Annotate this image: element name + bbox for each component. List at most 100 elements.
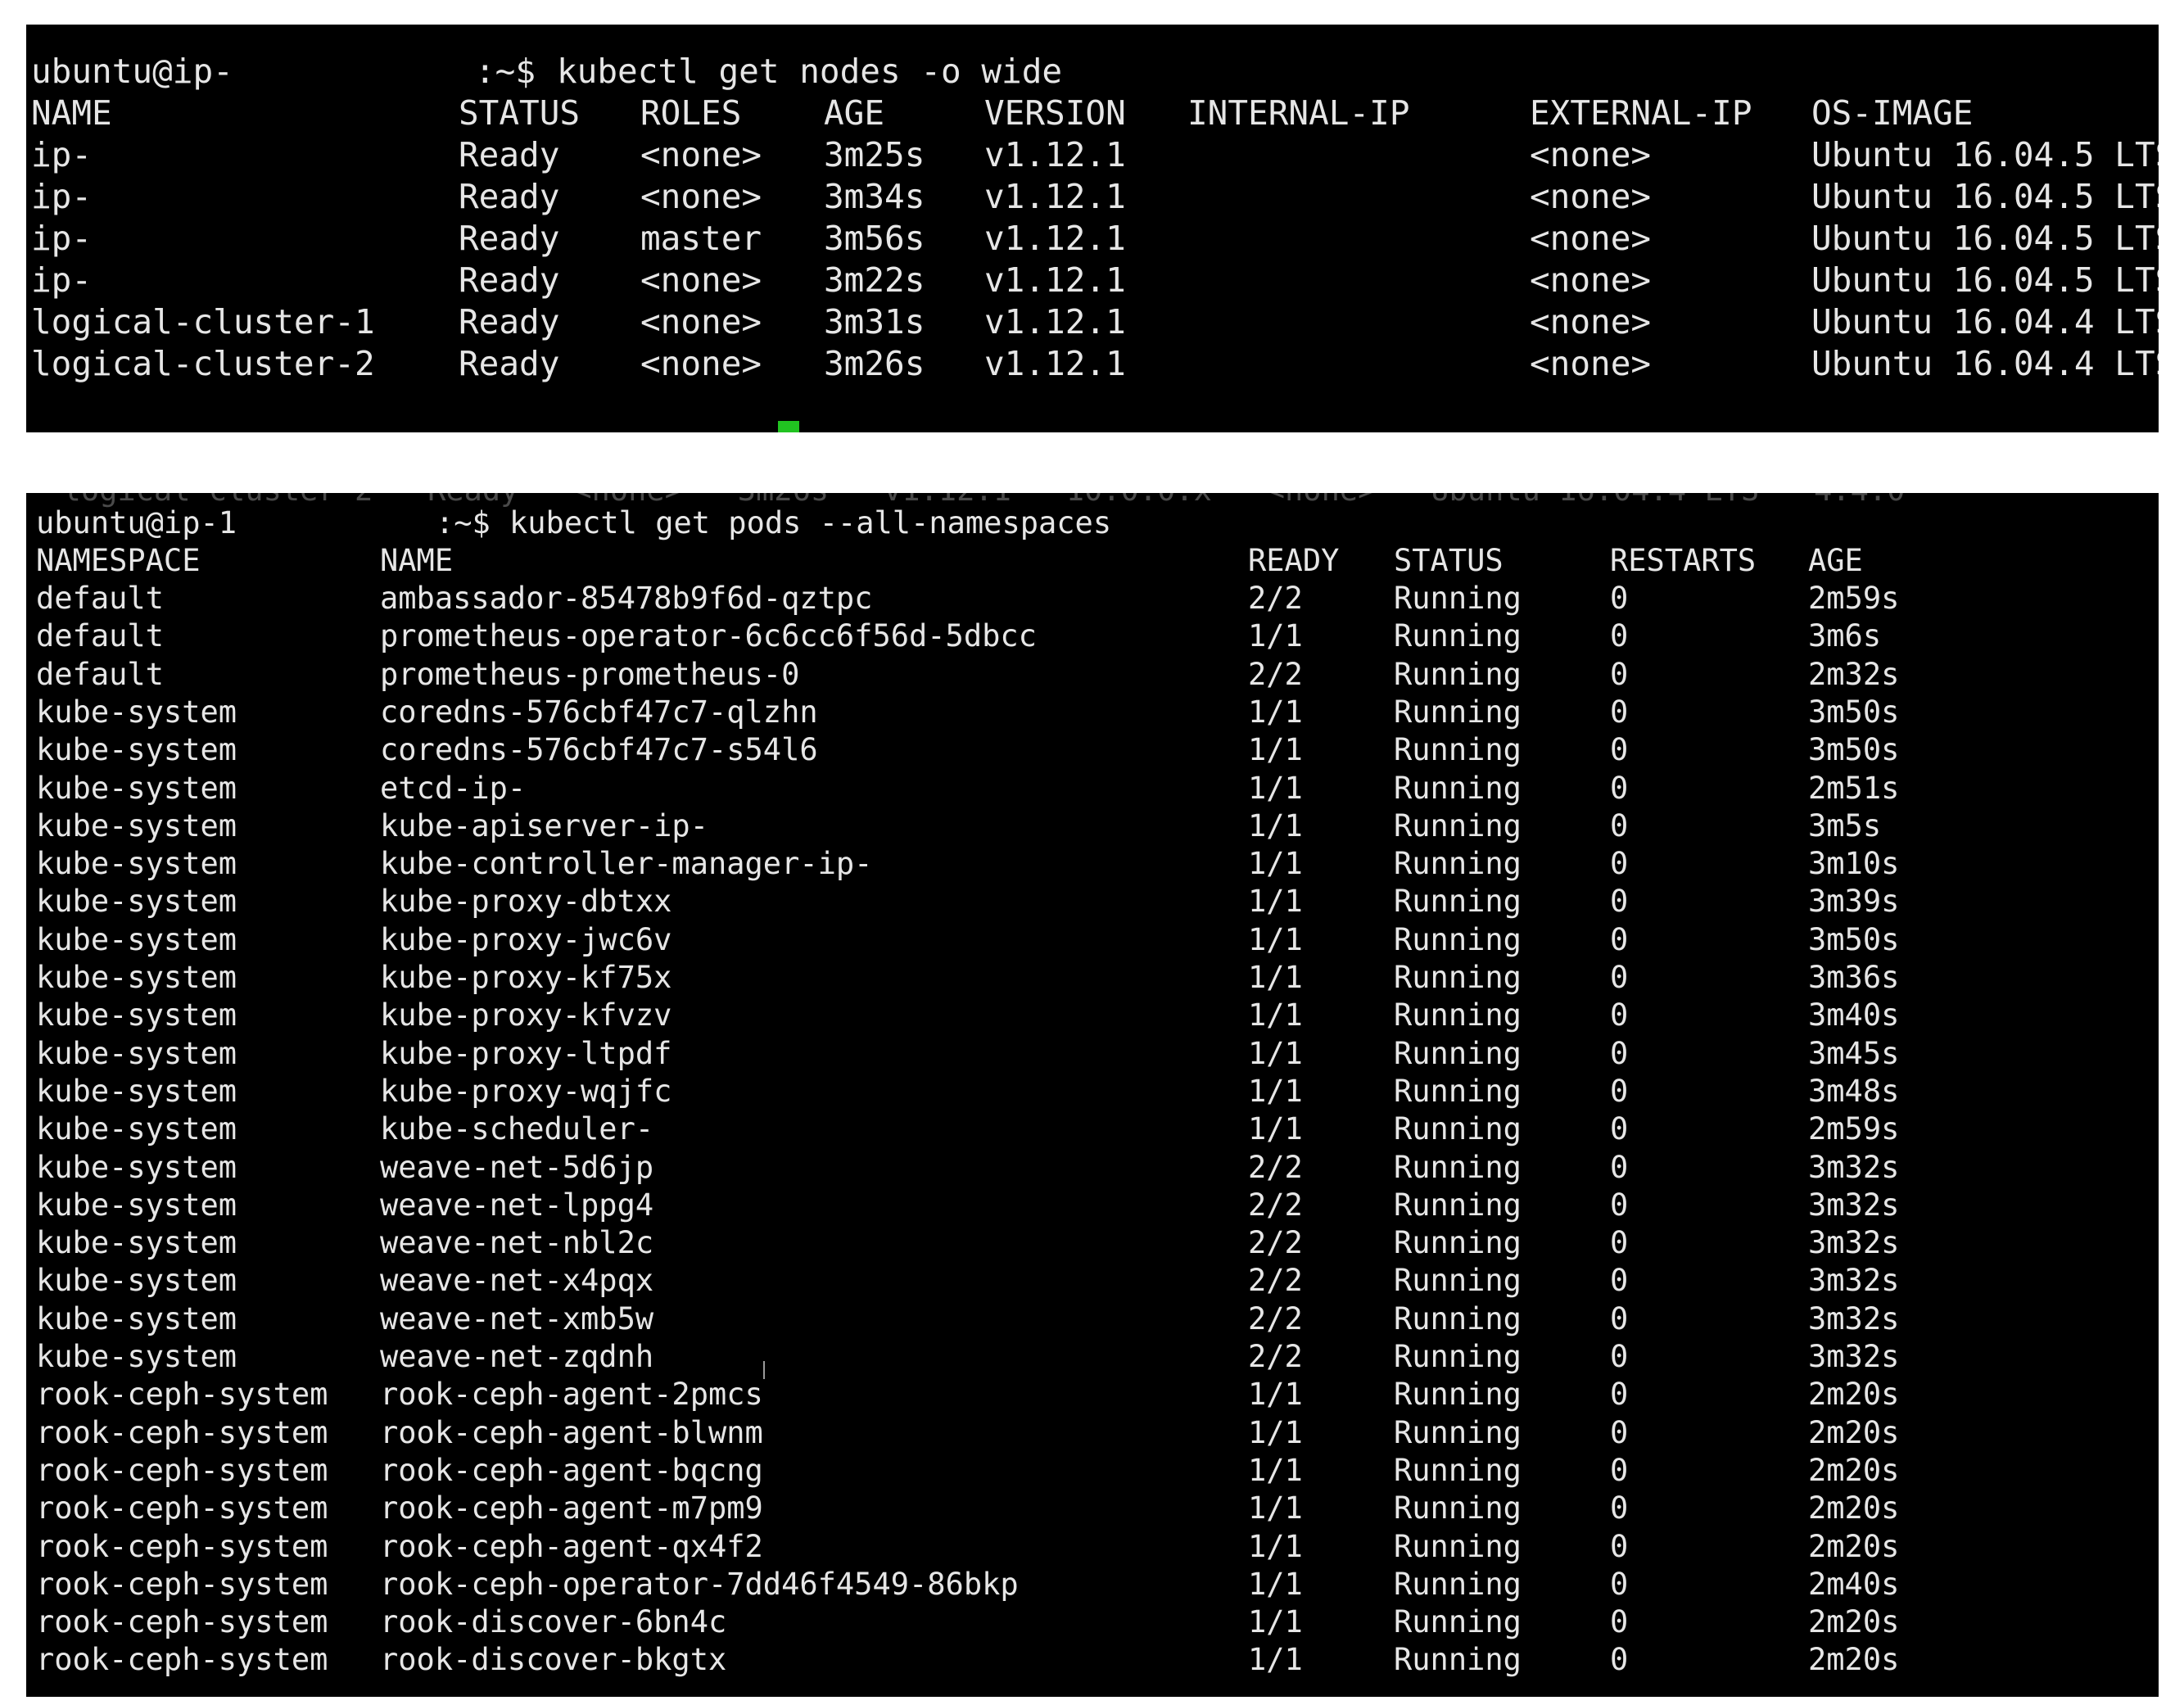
node-roles: <none> <box>640 177 762 216</box>
pod-name: weave-net-nbl2c <box>380 1225 654 1261</box>
pod-name: kube-proxy-kfvzv <box>380 997 672 1033</box>
pod-ready: 2/2 <box>1248 656 1303 692</box>
pod-restarts: 0 <box>1610 1452 1629 1488</box>
nodes-terminal-window[interactable]: ubuntu@ip- :~$ kubectl get nodes -o wide… <box>26 25 2159 432</box>
pod-row: kube-system kube-proxy-kfvzv 1/1 Running 0 3m… <box>26 997 2159 1034</box>
node-status: Ready <box>459 135 560 174</box>
node-roles: <none> <box>640 344 762 383</box>
pod-ready: 1/1 <box>1248 1604 1303 1640</box>
pod-age: 2m20s <box>1808 1452 1900 1488</box>
pod-age: 2m32s <box>1808 656 1900 692</box>
pod-restarts: 0 <box>1610 581 1629 616</box>
pod-restarts: 0 <box>1610 921 1629 957</box>
pod-namespace: default <box>36 656 164 692</box>
pod-restarts: 0 <box>1610 846 1629 882</box>
pod-namespace: rook-ceph-system <box>36 1414 328 1450</box>
pod-age: 3m6s <box>1808 618 1882 654</box>
pod-row: kube-system kube-proxy-dbtxx 1/1 Running 0 3m… <box>26 883 2159 920</box>
pod-age: 2m20s <box>1808 1528 1900 1564</box>
pod-status: Running <box>1394 1225 1522 1261</box>
pod-namespace: kube-system <box>36 1339 237 1374</box>
pod-restarts: 0 <box>1610 1300 1629 1336</box>
node-name: logical-cluster-2 <box>31 344 375 383</box>
pod-namespace: kube-system <box>36 694 237 730</box>
pod-row: default prometheus-prometheus-0 2/2 Running… <box>26 656 2159 694</box>
pod-restarts: 0 <box>1610 1073 1629 1109</box>
pod-status: Running <box>1394 1339 1522 1374</box>
node-roles: <none> <box>640 302 762 341</box>
nodes-col-header-internal-ip: INTERNAL-IP <box>1187 93 1410 133</box>
pod-status: Running <box>1394 1642 1522 1678</box>
pod-ready: 1/1 <box>1248 1566 1303 1602</box>
pod-restarts: 0 <box>1610 1414 1629 1450</box>
pod-restarts: 0 <box>1610 1149 1629 1185</box>
pod-ready: 1/1 <box>1248 807 1303 843</box>
pod-restarts: 0 <box>1610 1490 1629 1526</box>
pod-row: kube-system weave-net-lppg4 2/2 Running 0 3m3… <box>26 1187 2159 1224</box>
node-row: ip- Ready <none> 3m34s v1.12.1 <none> Ubuntu 1… <box>26 176 2159 218</box>
pod-status: Running <box>1394 1604 1522 1640</box>
pod-row: rook-ceph-system rook-discover-6bn4c 1/1 Ru… <box>26 1603 2159 1641</box>
pod-status: Running <box>1394 884 1522 920</box>
pod-name: weave-net-xmb5w <box>380 1300 654 1336</box>
nodes-col-header-external-ip: EXTERNAL-IP <box>1530 93 1752 133</box>
pod-name: rook-discover-bkgtx <box>380 1642 727 1678</box>
pod-row: default prometheus-operator-6c6cc6f56d-5d… <box>26 617 2159 655</box>
pod-namespace: default <box>36 581 164 616</box>
pod-ready: 1/1 <box>1248 960 1303 995</box>
pod-name: etcd-ip- <box>380 770 527 806</box>
pods-table-header: NAMESPACE NAME READY STATUS RESTARTS AGE <box>26 542 2159 580</box>
pod-name: kube-proxy-jwc6v <box>380 921 672 957</box>
nodes-col-header-os-image: OS-IMAGE <box>1811 93 1974 133</box>
node-external-ip: <none> <box>1530 260 1652 300</box>
pod-row: kube-system kube-proxy-ltpdf 1/1 Running 0 3m… <box>26 1035 2159 1073</box>
pod-namespace: kube-system <box>36 732 237 768</box>
nodes-col-header-name: NAME <box>31 93 112 133</box>
node-external-ip: <none> <box>1530 135 1652 174</box>
pod-ready: 1/1 <box>1248 1528 1303 1564</box>
pod-age: 2m20s <box>1808 1377 1900 1413</box>
pod-age: 3m50s <box>1808 694 1900 730</box>
node-row: logical-cluster-2 Ready <none> 3m26s v1.12.1… <box>26 343 2159 385</box>
pod-restarts: 0 <box>1610 1642 1629 1678</box>
pod-status: Running <box>1394 960 1522 995</box>
pod-ready: 2/2 <box>1248 1149 1303 1185</box>
node-status: Ready <box>459 344 560 383</box>
node-os-image: Ubuntu 16.04.5 LTS <box>1811 135 2159 174</box>
nodes-command: kubectl get nodes -o wide <box>557 52 1063 91</box>
text-caret-icon <box>763 1361 765 1379</box>
pod-restarts: 0 <box>1610 1111 1629 1147</box>
pod-status: Running <box>1394 694 1522 730</box>
pod-restarts: 0 <box>1610 1604 1629 1640</box>
pod-row: rook-ceph-system rook-ceph-agent-2pmcs 1/1… <box>26 1376 2159 1413</box>
pod-status: Running <box>1394 1149 1522 1185</box>
pod-row: kube-system coredns-576cbf47c7-qlzhn 1/1 Ru… <box>26 694 2159 731</box>
pod-age: 3m36s <box>1808 960 1900 995</box>
pod-name: kube-proxy-kf75x <box>380 960 672 995</box>
pod-age: 3m50s <box>1808 732 1900 768</box>
node-row: logical-cluster-1 Ready <none> 3m31s v1.12.1… <box>26 301 2159 343</box>
pod-age: 2m20s <box>1808 1414 1900 1450</box>
pod-status: Running <box>1394 997 1522 1033</box>
pod-row: kube-system kube-controller-manager-ip- 1/… <box>26 845 2159 883</box>
pod-ready: 2/2 <box>1248 1263 1303 1299</box>
pod-status: Running <box>1394 1300 1522 1336</box>
pod-name: rook-ceph-agent-blwnm <box>380 1414 763 1450</box>
node-version: v1.12.1 <box>984 135 1126 174</box>
pod-namespace: kube-system <box>36 921 237 957</box>
pods-terminal-window[interactable]: logical-cluster-2 Ready <none> 3m26s v1.… <box>26 493 2159 1697</box>
pod-name: rook-ceph-operator-7dd46f4549-86bkp <box>380 1566 1019 1602</box>
pod-status: Running <box>1394 807 1522 843</box>
pod-row: rook-ceph-system rook-ceph-operator-7dd46… <box>26 1566 2159 1603</box>
pod-status: Running <box>1394 921 1522 957</box>
pod-restarts: 0 <box>1610 997 1629 1033</box>
pod-restarts: 0 <box>1610 884 1629 920</box>
pod-name: weave-net-zqdnh <box>380 1339 654 1374</box>
pod-status: Running <box>1394 1187 1522 1223</box>
pod-age: 3m32s <box>1808 1300 1900 1336</box>
node-version: v1.12.1 <box>984 260 1126 300</box>
pod-restarts: 0 <box>1610 1566 1629 1602</box>
terminal-cursor <box>778 421 799 432</box>
pod-age: 3m10s <box>1808 846 1900 882</box>
pod-row: kube-system kube-apiserver-ip- 1/1 Running 0… <box>26 807 2159 845</box>
